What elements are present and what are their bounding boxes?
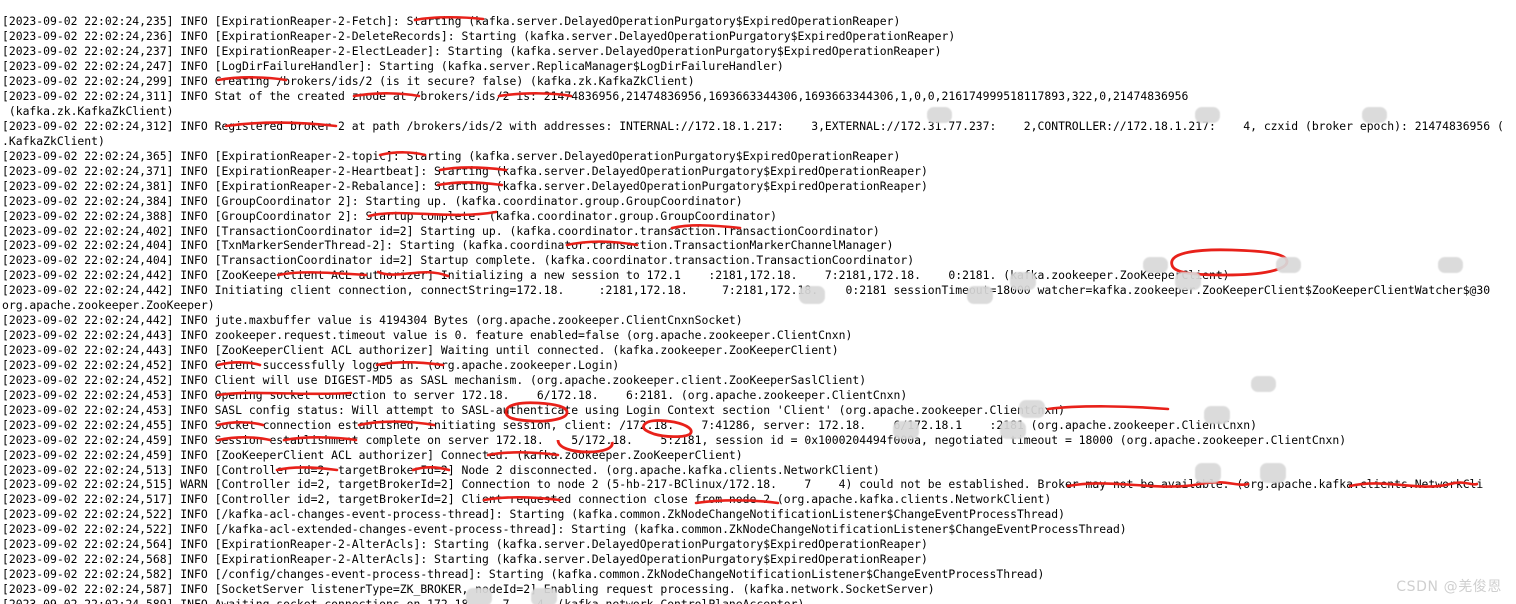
log-line: [2023-09-02 22:02:24,247] INFO [LogDirFa… — [2, 59, 784, 74]
log-line: [2023-09-02 22:02:24,517] INFO [Controll… — [2, 492, 1052, 507]
redaction-block — [799, 286, 825, 304]
redaction-block — [927, 107, 952, 123]
log-line: [2023-09-02 22:02:24,459] INFO [ZooKeepe… — [2, 447, 743, 462]
redaction-block — [967, 286, 993, 304]
log-output[interactable]: [2023-09-02 22:02:24,235] INFO [Expirati… — [0, 11, 1516, 604]
log-viewer-window: [2023-09-02 22:02:24,235] INFO [Expirati… — [0, 0, 1516, 604]
log-line: (kafka.zk.KafkaZkClient) — [2, 104, 174, 119]
log-line: [2023-09-02 22:02:24,388] INFO [GroupCoo… — [2, 208, 777, 223]
log-line: [2023-09-02 22:02:24,443] INFO [ZooKeepe… — [2, 343, 839, 358]
csdn-watermark: CSDN @羌俊恩 — [1396, 579, 1502, 595]
redaction-block — [1251, 376, 1276, 392]
redaction-block — [1276, 257, 1301, 273]
log-line: [2023-09-02 22:02:24,522] INFO [/kafka-a… — [2, 507, 1065, 522]
redaction-block — [1362, 107, 1387, 123]
log-line: [2023-09-02 22:02:24,235] INFO [Expirati… — [2, 14, 901, 29]
redaction-block — [1143, 257, 1168, 273]
log-line: [2023-09-02 22:02:24,453] INFO Opening s… — [2, 387, 908, 402]
log-line: [2023-09-02 22:02:24,455] INFO Socket co… — [2, 417, 1257, 432]
redaction-block — [1195, 107, 1220, 123]
redaction-block — [531, 588, 557, 604]
log-line: [2023-09-02 22:02:24,236] INFO [Expirati… — [2, 29, 956, 44]
log-line: [2023-09-02 22:02:24,312] INFO Registere… — [2, 118, 1504, 133]
redaction-block — [1010, 272, 1036, 290]
log-line: [2023-09-02 22:02:24,459] INFO Session e… — [2, 432, 1347, 447]
log-line: org.apache.zookeeper.ZooKeeper) — [2, 298, 215, 313]
log-line: [2023-09-02 22:02:24,522] INFO [/kafka-a… — [2, 522, 1127, 537]
log-line: [2023-09-02 22:02:24,453] INFO SASL conf… — [2, 402, 1065, 417]
log-line: [2023-09-02 22:02:24,452] INFO Client su… — [2, 357, 620, 372]
log-line: [2023-09-02 22:02:24,589] INFO Awaiting … — [2, 596, 805, 604]
log-line: [2023-09-02 22:02:24,515] WARN [Controll… — [2, 477, 1484, 492]
redaction-block — [1260, 463, 1286, 483]
log-line: [2023-09-02 22:02:24,442] INFO jute.maxb… — [2, 313, 743, 328]
log-line: [2023-09-02 22:02:24,365] INFO [Expirati… — [2, 148, 901, 163]
log-line: [2023-09-02 22:02:24,443] INFO zookeeper… — [2, 328, 853, 343]
redaction-block — [1175, 272, 1201, 290]
log-line: [2023-09-02 22:02:24,384] INFO [GroupCoo… — [2, 193, 743, 208]
log-line: [2023-09-02 22:02:24,564] INFO [Expirati… — [2, 537, 928, 552]
redaction-block — [466, 588, 492, 604]
log-line: [2023-09-02 22:02:24,311] INFO Stat of t… — [2, 89, 1189, 104]
log-line: [2023-09-02 22:02:24,381] INFO [Expirati… — [2, 178, 928, 193]
log-line: [2023-09-02 22:02:24,402] INFO [Transact… — [2, 223, 880, 238]
log-line: [2023-09-02 22:02:24,452] INFO Client wi… — [2, 372, 867, 387]
redaction-block — [1204, 406, 1230, 424]
log-line: [2023-09-02 22:02:24,582] INFO [/config/… — [2, 567, 1045, 582]
log-line: [2023-09-02 22:02:24,513] INFO [Controll… — [2, 462, 880, 477]
log-line: [2023-09-02 22:02:24,371] INFO [Expirati… — [2, 163, 928, 178]
log-line: [2023-09-02 22:02:24,442] INFO Initiatin… — [2, 283, 1491, 298]
log-line: [2023-09-02 22:02:24,237] INFO [Expirati… — [2, 44, 942, 59]
redaction-block — [1438, 257, 1463, 273]
log-line: [2023-09-02 22:02:24,568] INFO [Expirati… — [2, 552, 928, 567]
redaction-block — [1019, 400, 1045, 418]
redaction-block — [893, 421, 919, 439]
log-line: [2023-09-02 22:02:24,587] INFO [SocketSe… — [2, 582, 935, 597]
log-line: [2023-09-02 22:02:24,299] INFO Creating … — [2, 74, 695, 89]
log-line: [2023-09-02 22:02:24,404] INFO [TxnMarke… — [2, 238, 894, 253]
redaction-block — [1195, 463, 1221, 483]
log-line: .KafkaZkClient) — [2, 133, 105, 148]
redaction-block — [1000, 421, 1026, 439]
